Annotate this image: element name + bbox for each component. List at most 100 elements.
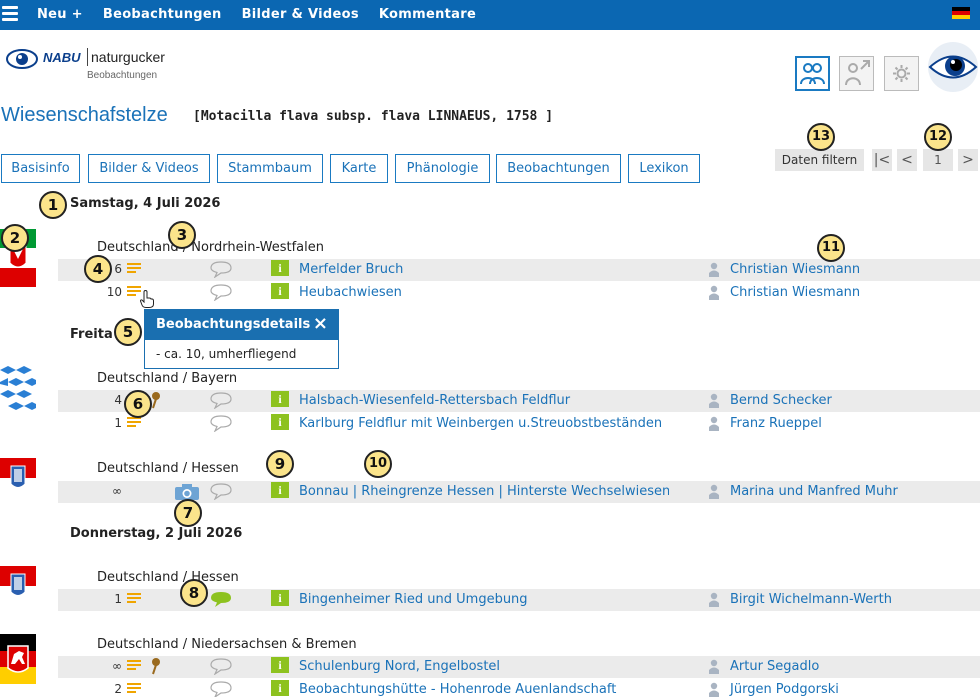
- hessen-flag-icon: [0, 566, 36, 606]
- map-pin-icon[interactable]: [150, 657, 160, 675]
- logo-nabu-text: NABU: [43, 50, 81, 65]
- info-icon[interactable]: i: [271, 657, 289, 673]
- user-icon: [709, 484, 719, 499]
- observer-link[interactable]: Bernd Schecker: [730, 393, 832, 408]
- person-arrow-icon: [845, 60, 870, 86]
- observation-row[interactable]: 10 i Heubachwiesen Christian Wiesmann: [58, 282, 980, 304]
- info-icon[interactable]: i: [271, 590, 289, 606]
- info-icon[interactable]: i: [271, 482, 289, 498]
- region-label: Deutschland / Niedersachsen & Bremen: [97, 637, 357, 652]
- region-label: Deutschland / Nordrhein-Westfalen: [97, 240, 324, 255]
- tab-karte[interactable]: Karte: [330, 154, 388, 183]
- logo-naturgucker-text: naturgucker: [91, 49, 165, 65]
- details-icon[interactable]: [127, 286, 141, 298]
- page-number[interactable]: 1: [923, 149, 953, 171]
- comment-icon[interactable]: [209, 657, 233, 675]
- observation-count: 10: [106, 285, 122, 299]
- tab-beobachtungen[interactable]: Beobachtungen: [496, 154, 621, 183]
- bavaria-flag-icon: [0, 366, 36, 416]
- location-link[interactable]: Heubachwiesen: [299, 285, 669, 300]
- observer-link[interactable]: Marina und Manfred Muhr: [730, 484, 898, 499]
- logo-divider: [87, 48, 88, 66]
- user-icon: [709, 682, 719, 697]
- info-icon[interactable]: i: [271, 260, 289, 276]
- comment-icon[interactable]: [209, 260, 233, 278]
- location-link[interactable]: Merfelder Bruch: [299, 262, 669, 277]
- tab-phaenologie[interactable]: Phänologie: [395, 154, 490, 183]
- observation-row[interactable]: ∞ i Bonnau | Rheingrenze Hessen | Hinter…: [58, 481, 980, 503]
- observation-count: ∞: [112, 484, 122, 498]
- observation-row[interactable]: 6 i Merfelder Bruch Christian Wiesmann: [58, 259, 980, 281]
- comment-icon[interactable]: [209, 391, 233, 409]
- observer-link[interactable]: Christian Wiesmann: [730, 285, 860, 300]
- tab-basisinfo[interactable]: Basisinfo: [1, 154, 80, 183]
- naturgucker-logo[interactable]: NABU naturgucker Beobachtungen: [6, 42, 206, 86]
- observation-count: 2: [114, 682, 122, 696]
- info-icon[interactable]: i: [271, 283, 289, 299]
- nav-images-videos[interactable]: Bilder & Videos: [242, 7, 359, 22]
- nav-comments[interactable]: Kommentare: [379, 7, 476, 22]
- callout-marker: 9: [266, 450, 294, 478]
- observation-count: 1: [114, 416, 122, 430]
- observation-row[interactable]: 2 i Beobachtungshütte - Hohenrode Auenla…: [58, 679, 980, 697]
- location-link[interactable]: Bingenheimer Ried und Umgebung: [299, 592, 669, 607]
- comment-filled-icon[interactable]: [209, 590, 233, 608]
- people-view-button[interactable]: [795, 56, 830, 91]
- german-flag-icon[interactable]: [952, 7, 970, 19]
- first-page-button[interactable]: |<: [872, 149, 892, 171]
- comment-icon[interactable]: [209, 680, 233, 697]
- hand-cursor-icon: [140, 290, 154, 308]
- observer-link[interactable]: Artur Segadlo: [730, 659, 819, 674]
- tab-images-videos[interactable]: Bilder & Videos: [88, 154, 210, 183]
- details-icon[interactable]: [127, 417, 141, 429]
- info-icon[interactable]: i: [271, 391, 289, 407]
- close-icon[interactable]: ×: [313, 313, 328, 334]
- comment-icon[interactable]: [209, 414, 233, 432]
- callout-marker: 13: [807, 123, 835, 151]
- location-link[interactable]: Bonnau | Rheingrenze Hessen | Hinterste …: [299, 484, 669, 499]
- naturgucker-eye-icon[interactable]: [926, 40, 980, 94]
- info-icon[interactable]: i: [271, 414, 289, 430]
- location-link[interactable]: Karlburg Feldflur mit Weinbergen u.Streu…: [299, 416, 669, 431]
- observation-row[interactable]: 4 i Halsbach-Wiesenfeld-Rettersbach Feld…: [58, 390, 980, 412]
- info-icon[interactable]: i: [271, 680, 289, 696]
- user-icon: [709, 592, 719, 607]
- person-arrow-button[interactable]: [839, 56, 874, 91]
- observer-link[interactable]: Jürgen Podgorski: [730, 682, 839, 697]
- tab-lexikon[interactable]: Lexikon: [628, 154, 700, 183]
- day-heading: Donnerstag, 2 Juli 2026: [70, 526, 243, 541]
- observation-details-popup: Beobachtungsdetails × - ca. 10, umherfli…: [144, 309, 339, 369]
- next-page-button[interactable]: >: [958, 149, 978, 171]
- popup-title: Beobachtungsdetails: [156, 317, 311, 332]
- callout-marker: 11: [817, 234, 845, 262]
- details-icon[interactable]: [127, 683, 141, 695]
- user-icon: [709, 285, 719, 300]
- settings-button[interactable]: [884, 56, 919, 91]
- location-link[interactable]: Halsbach-Wiesenfeld-Rettersbach Feldflur: [299, 393, 669, 408]
- location-link[interactable]: Beobachtungshütte - Hohenrode Auenlandsc…: [299, 682, 669, 697]
- observation-row[interactable]: ∞ i Schulenburg Nord, Engelbostel Artur …: [58, 656, 980, 678]
- niedersachsen-flag-icon: [0, 634, 36, 684]
- details-icon[interactable]: [127, 263, 141, 275]
- region-label: Deutschland / Hessen: [97, 570, 239, 585]
- details-icon[interactable]: [127, 593, 141, 605]
- popup-text: - ca. 10, umherfliegend: [156, 347, 297, 361]
- menu-icon[interactable]: [2, 6, 18, 22]
- observation-row[interactable]: 1 i Karlburg Feldflur mit Weinbergen u.S…: [58, 413, 980, 435]
- observer-link[interactable]: Birgit Wichelmann-Werth: [730, 592, 892, 607]
- day-heading: Samstag, 4 Juli 2026: [70, 196, 221, 211]
- nav-new[interactable]: Neu +: [37, 7, 83, 22]
- comment-icon[interactable]: [209, 283, 233, 301]
- observer-link[interactable]: Franz Rueppel: [730, 416, 822, 431]
- filter-data-button[interactable]: Daten filtern: [775, 149, 864, 171]
- prev-page-button[interactable]: <: [897, 149, 917, 171]
- comment-icon[interactable]: [209, 482, 233, 500]
- nav-observations[interactable]: Beobachtungen: [103, 7, 222, 22]
- observer-link[interactable]: Christian Wiesmann: [730, 262, 860, 277]
- details-icon[interactable]: [127, 660, 141, 672]
- species-title: Wiesenschafstelze: [1, 104, 168, 126]
- popup-header: Beobachtungsdetails ×: [145, 310, 338, 340]
- location-link[interactable]: Schulenburg Nord, Engelbostel: [299, 659, 669, 674]
- callout-marker: 3: [168, 221, 196, 249]
- tab-stammbaum[interactable]: Stammbaum: [217, 154, 323, 183]
